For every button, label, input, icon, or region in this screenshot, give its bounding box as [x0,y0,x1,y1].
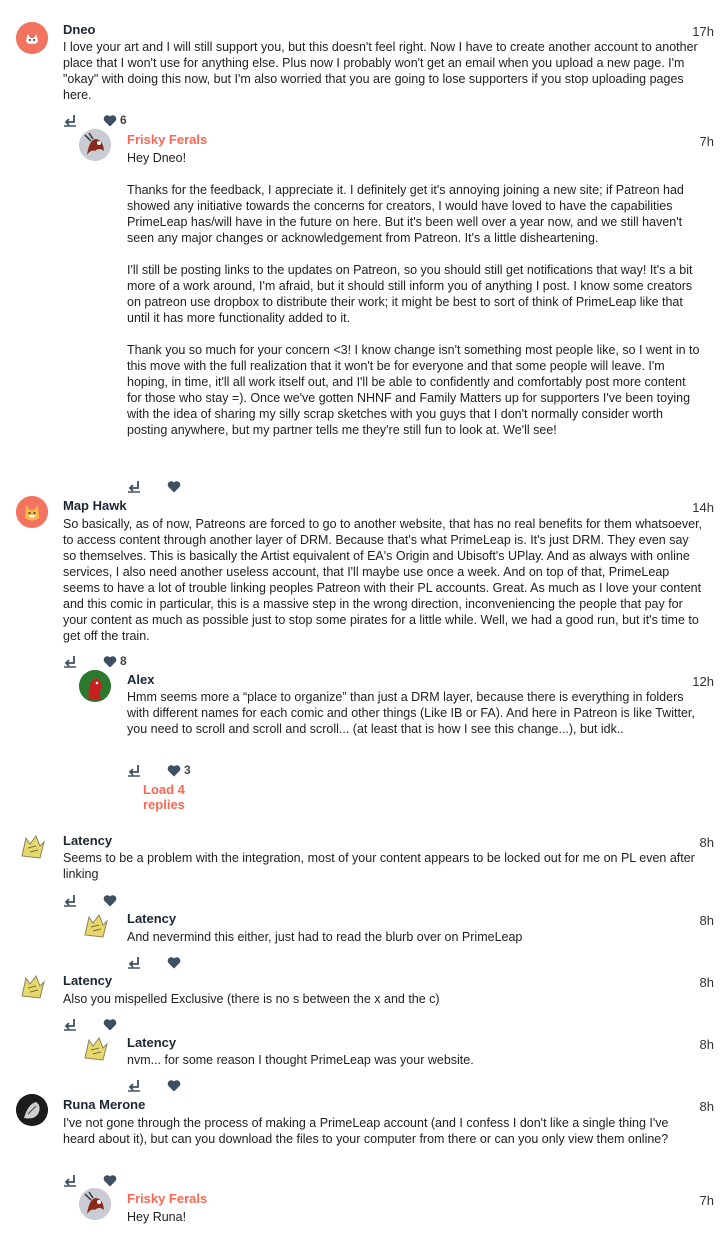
comment-actions [63,892,120,908]
reply-icon[interactable] [63,113,77,127]
like-button[interactable] [103,1018,120,1031]
avatar[interactable] [79,1032,111,1064]
like-count: 6 [120,113,127,127]
comment-actions: 8 [63,653,127,669]
load-replies-link[interactable]: Load 4 replies [143,782,185,812]
reply-icon[interactable] [127,479,141,493]
avatar[interactable] [16,1094,48,1126]
reply-icon[interactable] [63,1017,77,1031]
comment-timestamp[interactable]: 14h [674,500,714,515]
reply-icon[interactable] [63,1173,77,1187]
comment-paragraph: I'll still be posting links to the updat… [127,263,693,325]
comment-body: Hey Runa! [127,1209,703,1225]
comment-timestamp[interactable]: 8h [674,1037,714,1052]
comment-timestamp[interactable]: 7h [674,1193,714,1208]
heart-icon [167,1079,181,1091]
reply-icon[interactable] [63,654,77,668]
avatar[interactable] [16,22,48,54]
comment-actions [63,1016,120,1032]
comment-timestamp[interactable]: 12h [674,674,714,689]
like-button[interactable] [167,956,184,969]
comment-actions [127,1077,184,1093]
comment-author[interactable]: Dneo [63,22,96,37]
comment-paragraph: Hey Dneo! [127,151,187,165]
comment-timestamp[interactable]: 8h [674,835,714,850]
comment-paragraph: I've not gone through the process of mak… [63,1116,669,1146]
avatar[interactable] [79,129,111,161]
comment-paragraph: Seems to be a problem with the integrati… [63,851,695,881]
reply-icon[interactable] [127,763,141,777]
comment-author[interactable]: Map Hawk [63,498,127,513]
comment-paragraph: nvm... for some reason I thought PrimeLe… [127,1053,474,1067]
comment-paragraph: Hmm seems more a “place to organize” tha… [127,690,695,736]
like-button[interactable] [103,1174,120,1187]
comment-body: Hmm seems more a “place to organize” tha… [127,689,703,737]
heart-icon [167,956,181,968]
comment-paragraph: Thank you so much for your concern <3! I… [127,343,700,437]
heart-icon [103,894,117,906]
like-button[interactable] [167,1079,184,1092]
reply-icon[interactable] [127,1078,141,1092]
comment-actions [127,478,184,494]
heart-icon [167,480,181,492]
comment-timestamp[interactable]: 7h [674,134,714,149]
avatar[interactable] [16,496,48,528]
heart-icon [103,1174,117,1186]
avatar[interactable] [79,1188,111,1220]
avatar[interactable] [79,909,111,941]
comment-actions: 6 [63,112,127,128]
comment-body: So basically, as of now, Patreons are fo… [63,516,703,644]
comment-author[interactable]: Runa Merone [63,1097,145,1112]
like-button[interactable]: 6 [103,113,127,127]
comment-actions [63,1172,120,1188]
comment-body: I love your art and I will still support… [63,39,703,103]
comment-author[interactable]: Latency [63,833,112,848]
like-button[interactable] [167,480,184,493]
comment-paragraph: Thanks for the feedback, I appreciate it… [127,183,684,245]
like-count: 8 [120,654,127,668]
comment-author[interactable]: Frisky Ferals [127,132,207,147]
comment-timestamp[interactable]: 8h [674,913,714,928]
like-button[interactable]: 8 [103,654,127,668]
comment-body: nvm... for some reason I thought PrimeLe… [127,1052,703,1068]
comment-body: I've not gone through the process of mak… [63,1115,703,1147]
avatar[interactable] [16,830,48,862]
comment-paragraph: I love your art and I will still support… [63,40,698,102]
heart-icon [103,655,117,667]
heart-icon [167,764,181,776]
heart-icon [103,114,117,126]
comment-timestamp[interactable]: 8h [674,975,714,990]
comment-timestamp[interactable]: 8h [674,1099,714,1114]
comment-paragraph: Hey Runa! [127,1210,187,1224]
avatar[interactable] [16,970,48,1002]
comment-author[interactable]: Latency [127,1035,176,1050]
comment-author[interactable]: Frisky Ferals [127,1191,207,1206]
like-count: 3 [184,763,191,777]
comment-paragraph: So basically, as of now, Patreons are fo… [63,517,703,643]
comment-body: Hey Dneo! Thanks for the feedback, I app… [127,150,703,438]
reply-icon[interactable] [63,893,77,907]
like-button[interactable]: 3 [167,763,191,777]
comment-author[interactable]: Alex [127,672,154,687]
comment-paragraph: And nevermind this either, just had to r… [127,930,523,944]
comment-body: And nevermind this either, just had to r… [127,929,703,945]
avatar[interactable] [79,670,111,702]
comment-paragraph: Also you mispelled Exclusive (there is n… [63,992,440,1006]
heart-icon [103,1018,117,1030]
comment-author[interactable]: Latency [63,973,112,988]
comment-body: Seems to be a problem with the integrati… [63,850,703,882]
comment-author[interactable]: Latency [127,911,176,926]
comment-actions: 3 [127,762,191,778]
comment-actions [127,954,184,970]
like-button[interactable] [103,894,120,907]
comment-body: Also you mispelled Exclusive (there is n… [63,991,703,1007]
comment-timestamp[interactable]: 17h [674,24,714,39]
reply-icon[interactable] [127,955,141,969]
